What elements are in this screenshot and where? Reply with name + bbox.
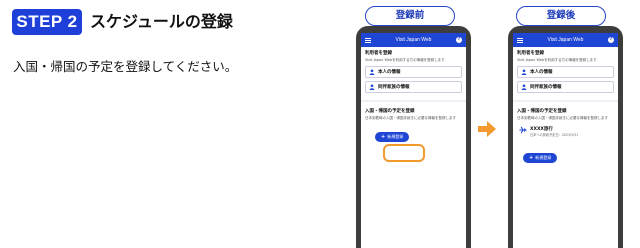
user-section: 利用者を登録 Visit Japan Webを利用する方の情報を登録します 本人… (513, 47, 618, 102)
phone-after: Visit Japan Web ? 利用者を登録 Visit Japan Web… (508, 26, 623, 248)
family-info-label: 同伴家族の情報 (530, 84, 562, 90)
new-registration-label: 新規登録 (387, 134, 404, 139)
schedule-section-heading: 入国・帰国の予定を登録 (517, 108, 567, 114)
app-title: Visit Japan Web (547, 37, 584, 43)
person-icon (369, 68, 375, 75)
user-section-desc: Visit Japan Webを利用する方の情報を登録します (365, 58, 445, 62)
family-info-card[interactable]: 同伴家族の情報 (365, 80, 462, 93)
family-info-card[interactable]: 同伴家族の情報 (517, 80, 614, 93)
trip-card[interactable]: XXXX旅行 日本への到着予定日：2023/3/31 (517, 123, 614, 140)
before-caption: 登録前 (365, 6, 455, 26)
help-icon[interactable]: ? (607, 37, 614, 43)
app-title: Visit Japan Web (395, 37, 432, 43)
person-icon (521, 68, 527, 75)
user-section-heading: 利用者を登録 (365, 51, 392, 56)
family-info-label: 同伴家族の情報 (378, 84, 410, 90)
user-section-desc: Visit Japan Webを利用する方の情報を登録します (517, 58, 597, 62)
person-icon (521, 83, 527, 90)
phone-before: Visit Japan Web ? 利用者を登録 Visit Japan Web… (356, 26, 471, 248)
self-info-label: 本人の情報 (530, 69, 553, 75)
schedule-section-heading: 入国・帰国の予定を登録 (365, 108, 415, 114)
new-registration-button[interactable]: + 新規登録 (523, 153, 558, 163)
trip-info: XXXX旅行 日本への到着予定日：2023/3/31 (530, 126, 578, 137)
hamburger-icon[interactable] (365, 37, 371, 43)
new-button-highlight (383, 144, 425, 162)
user-section-heading: 利用者を登録 (517, 51, 544, 56)
phone-before-screen: Visit Japan Web ? 利用者を登録 Visit Japan Web… (361, 33, 466, 248)
app-header: Visit Japan Web ? (361, 33, 466, 47)
step-title: スケジュールの登録 (90, 12, 233, 31)
self-info-card[interactable]: 本人の情報 (365, 65, 462, 78)
schedule-section-desc: 日本到着時の入国・帰国手続きに必要な情報を登録します (517, 115, 608, 120)
self-info-label: 本人の情報 (378, 69, 401, 75)
after-caption: 登録後 (516, 6, 606, 26)
hamburger-icon[interactable] (517, 37, 523, 43)
user-section: 利用者を登録 Visit Japan Webを利用する方の情報を登録します 本人… (361, 47, 466, 102)
schedule-section: 入国・帰国の予定を登録 日本到着時の入国・帰国手続きに必要な情報を登録します X… (513, 101, 618, 167)
plus-icon: + (381, 134, 386, 140)
self-info-card[interactable]: 本人の情報 (517, 65, 614, 78)
right-arrow-icon (478, 121, 496, 137)
plane-icon (519, 126, 527, 134)
plus-icon: + (529, 155, 534, 161)
app-header: Visit Japan Web ? (513, 33, 618, 47)
step-description: 入国・帰国の予定を登録してください。 (13, 59, 238, 74)
trip-dates: 日本への到着予定日：2023/3/31 (530, 133, 579, 137)
phone-after-screen: Visit Japan Web ? 利用者を登録 Visit Japan Web… (513, 33, 618, 248)
schedule-section: 入国・帰国の予定を登録 日本到着時の入国・帰国手続きに必要な情報を登録します +… (361, 101, 466, 146)
schedule-section-desc: 日本到着時の入国・帰国手続きに必要な情報を登録します (365, 115, 456, 120)
person-icon (369, 83, 375, 90)
help-icon[interactable]: ? (455, 37, 462, 43)
step-badge: STEP 2 (12, 9, 82, 35)
new-registration-button[interactable]: + 新規登録 (375, 132, 410, 142)
new-registration-label: 新規登録 (535, 155, 552, 160)
